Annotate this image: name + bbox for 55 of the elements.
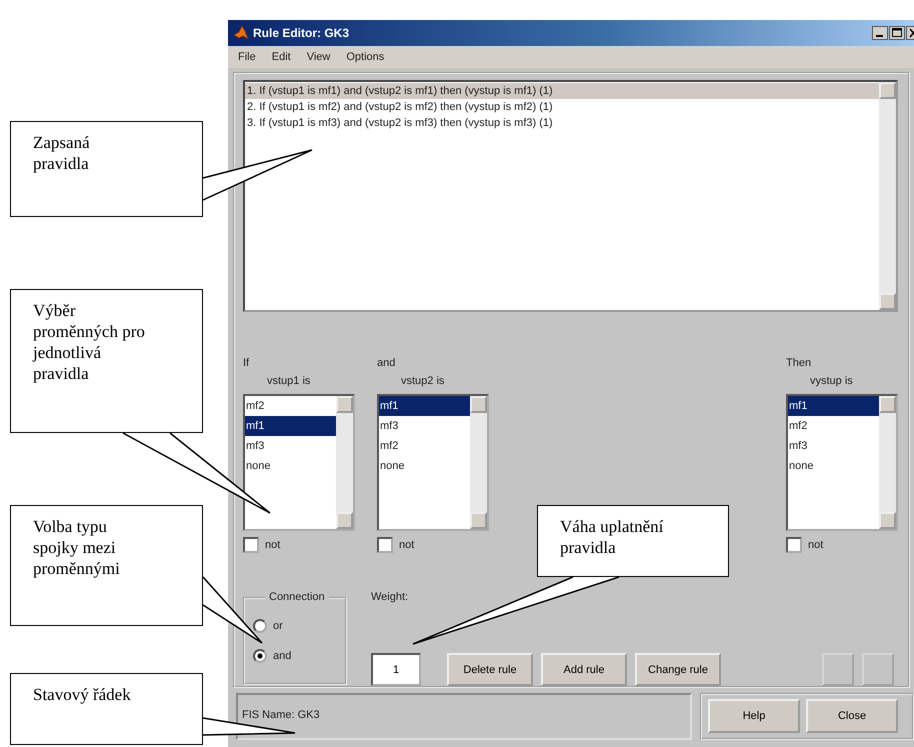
callout-box: Váha uplatnění pravidla [537, 505, 729, 577]
callout-box: Stavový řádek [10, 673, 203, 745]
variable-label: vstup1 is [266, 374, 312, 389]
menu-item[interactable]: File [238, 51, 256, 63]
list-option[interactable]: mf1 [245, 416, 336, 436]
weight-label: Weight: [371, 590, 410, 605]
checkbox-label: not [808, 539, 824, 551]
scrollbar[interactable] [470, 396, 487, 529]
checkbox-label: not [399, 539, 414, 551]
weight-field[interactable]: 1 [371, 653, 421, 686]
list-option[interactable]: none [245, 456, 336, 476]
column-header: If [243, 356, 250, 371]
footer-button[interactable]: Close [806, 699, 898, 733]
action-button[interactable]: Add rule [541, 653, 627, 686]
list-option[interactable]: none [379, 456, 470, 476]
radio-label: or [273, 620, 283, 632]
status-text: FIS Name: GK3 [242, 709, 320, 721]
list-option[interactable]: mf3 [245, 436, 336, 456]
scrollbar[interactable] [336, 396, 353, 529]
list-option[interactable]: mf3 [788, 436, 879, 456]
menu-item[interactable]: View [306, 51, 330, 63]
list-option[interactable]: mf2 [788, 416, 879, 436]
rule-item[interactable]: 1. If (vstup1 is mf1) and (vstup2 is mf1) then (vystup is mf1) (1) [245, 83, 879, 99]
variable-label: vstup2 is [400, 374, 446, 389]
radio-label: and [273, 650, 292, 662]
action-button[interactable]: Delete rule [447, 653, 533, 686]
group-title: Connection [265, 591, 329, 603]
list-option[interactable]: none [788, 456, 879, 476]
menu-item[interactable]: Edit [272, 51, 291, 63]
not-checkbox[interactable] [377, 537, 393, 553]
scrollbar[interactable] [879, 396, 896, 529]
radio-button[interactable] [253, 619, 267, 633]
action-button[interactable]: Change rule [635, 653, 721, 686]
variable-label: vystup is [809, 374, 854, 389]
callout-box: Volba typu spojky mezi proměnnými [10, 505, 203, 626]
list-option[interactable]: mf1 [379, 396, 470, 416]
not-checkbox[interactable] [786, 537, 802, 553]
app-logo-icon [233, 25, 249, 41]
list-option[interactable]: mf3 [379, 416, 470, 436]
window-title: Rule Editor: GK3 [253, 26, 350, 40]
radio-button[interactable] [253, 649, 267, 663]
checkbox-label: not [265, 539, 280, 551]
list-option[interactable]: mf2 [379, 436, 470, 456]
rule-item[interactable]: 3. If (vstup1 is mf3) and (vstup2 is mf3) then (vystup is mf3) (1) [245, 115, 879, 131]
list-option[interactable]: mf2 [245, 396, 336, 416]
callout-pointer [202, 576, 263, 644]
minimize-button[interactable] [872, 26, 888, 40]
scrollbar[interactable] [879, 82, 896, 310]
column-header: Then [786, 356, 812, 371]
menu-item[interactable]: Options [346, 51, 384, 63]
not-checkbox[interactable] [243, 537, 259, 553]
list-option[interactable]: mf1 [788, 396, 879, 416]
footer-button[interactable]: Help [708, 699, 800, 733]
rule-item[interactable]: 2. If (vstup1 is mf2) and (vstup2 is mf2) then (vystup is mf2) (1) [245, 99, 879, 115]
column-header: and [377, 356, 396, 371]
